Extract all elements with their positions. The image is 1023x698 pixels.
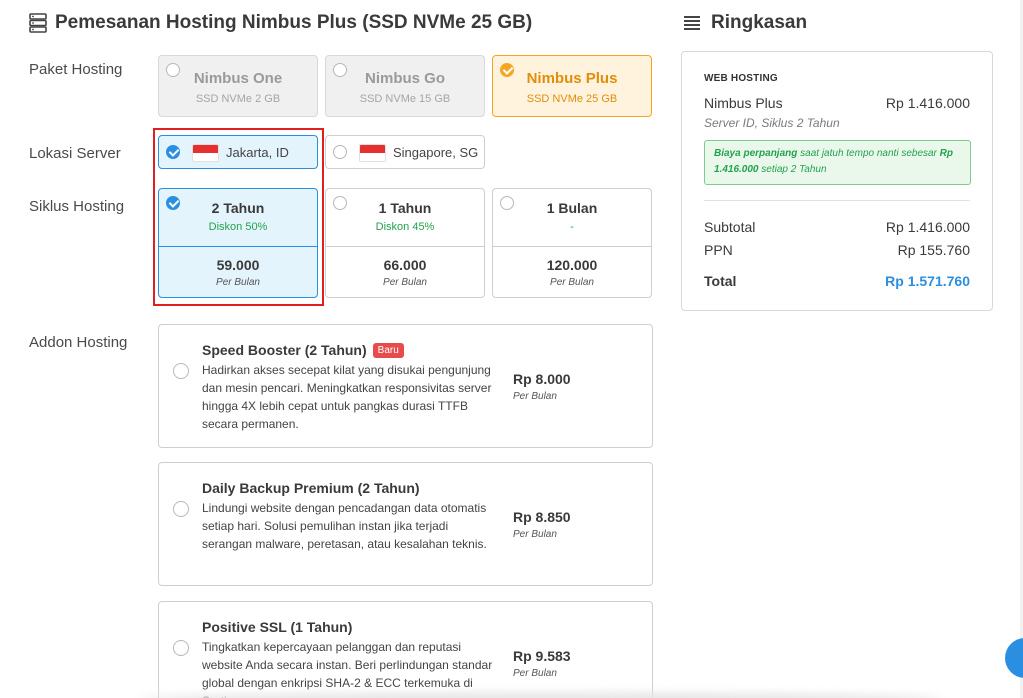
addon-title: Speed Booster (2 Tahun) — [202, 342, 367, 358]
location-option-singapore[interactable]: Singapore, SG — [325, 135, 485, 169]
cycle-price: 66.000 — [383, 257, 427, 273]
page-header: Pemesanan Hosting Nimbus Plus (SSD NVMe … — [29, 12, 532, 34]
addon-description: Lindungi website dengan pencadangan data… — [202, 501, 487, 551]
location-label: Lokasi Server — [29, 145, 121, 162]
addon-price: Rp 8.000 — [513, 371, 571, 387]
summary-category: WEB HOSTING — [704, 73, 778, 84]
ppn-value: Rp 155.760 — [897, 242, 970, 258]
addon-description: Hadirkan akses secepat kilat yang disuka… — [202, 363, 492, 431]
total-row: Total Rp 1.571.760 — [704, 273, 970, 289]
cycle-discount: - — [570, 221, 574, 233]
page-title: Pemesanan Hosting Nimbus Plus (SSD NVMe … — [55, 12, 533, 33]
renewal-note: Biaya perpanjang saat jatuh tempo nanti … — [704, 140, 971, 185]
renewal-label: Biaya perpanjang — [714, 148, 798, 159]
summary-header: Ringkasan — [683, 12, 807, 34]
addon-name: Daily Backup Premium (2 Tahun) — [202, 480, 420, 496]
package-storage: SSD NVMe 25 GB — [526, 93, 618, 105]
addon-name: Positive SSL (1 Tahun) — [202, 619, 352, 635]
subtotal-row: Subtotal Rp 1.416.000 — [704, 219, 970, 235]
chat-button[interactable] — [1005, 638, 1023, 678]
package-storage: SSD NVMe 15 GB — [359, 93, 451, 105]
location-name: Singapore, SG — [393, 145, 479, 160]
summary-product-detail: Server ID, Siklus 2 Tahun — [704, 116, 840, 130]
selection-highlight-box — [153, 128, 324, 306]
addon-price-unit: Per Bulan — [513, 668, 557, 679]
summary-product-name: Nimbus Plus — [704, 95, 783, 111]
summary-title: Ringkasan — [711, 12, 808, 33]
server-icon — [29, 13, 47, 33]
cycle-name: 1 Tahun — [378, 200, 432, 216]
summary-panel: WEB HOSTING Nimbus Plus Rp 1.416.000 Ser… — [681, 51, 993, 311]
package-name: Nimbus Go — [364, 70, 445, 87]
ppn-row: PPN Rp 155.760 — [704, 242, 970, 258]
addon-speed-booster[interactable]: Speed Booster (2 Tahun) Baru Hadirkan ak… — [158, 324, 653, 448]
divider — [326, 246, 484, 247]
addon-price-unit: Per Bulan — [513, 391, 557, 402]
cycle-price: 120.000 — [546, 257, 598, 273]
renewal-period: setiap 2 Tahun — [758, 164, 827, 175]
bottom-fade — [140, 692, 943, 698]
cycle-label: Siklus Hosting — [29, 198, 125, 215]
summary-product-price: Rp 1.416.000 — [885, 95, 970, 111]
addon-price: Rp 9.583 — [513, 648, 571, 664]
addon-daily-backup[interactable]: Daily Backup Premium (2 Tahun) Lindungi … — [158, 462, 653, 586]
total-value: Rp 1.571.760 — [885, 273, 970, 289]
addon-name: Speed Booster (2 Tahun) Baru — [202, 342, 404, 358]
cycle-name: 1 Bulan — [546, 200, 598, 216]
addon-title: Positive SSL (1 Tahun) — [202, 619, 353, 635]
cycle-option-1-bulan[interactable]: 1 Bulan - 120.000 Per Bulan — [492, 188, 652, 298]
addon-positive-ssl[interactable]: Positive SSL (1 Tahun) Tingkatkan keperc… — [158, 601, 653, 698]
package-storage: SSD NVMe 2 GB — [195, 93, 281, 105]
package-option-nimbus-plus[interactable]: Nimbus Plus SSD NVMe 25 GB — [492, 55, 652, 117]
addon-price-unit: Per Bulan — [513, 529, 557, 540]
checkbox[interactable] — [173, 640, 189, 656]
radio-button[interactable] — [333, 145, 347, 159]
singapore-flag-icon — [359, 144, 386, 162]
cycle-option-1-tahun[interactable]: 1 Tahun Diskon 45% 66.000 Per Bulan — [325, 188, 485, 298]
checkbox[interactable] — [173, 363, 189, 379]
divider — [493, 246, 651, 247]
addon-description: Tingkatkan kepercayaan pelanggan dan rep… — [202, 640, 493, 698]
package-name: Nimbus One — [193, 70, 283, 87]
package-label: Paket Hosting — [29, 61, 123, 78]
addon-price: Rp 8.850 — [513, 509, 571, 525]
new-badge: Baru — [372, 342, 404, 358]
addon-title: Daily Backup Premium (2 Tahun) — [202, 480, 420, 496]
ppn-label: PPN — [704, 242, 733, 258]
cycle-discount: Diskon 45% — [375, 221, 435, 233]
package-option-nimbus-go[interactable]: Nimbus Go SSD NVMe 15 GB — [325, 55, 485, 117]
addon-label: Addon Hosting — [29, 334, 128, 351]
subtotal-value: Rp 1.416.000 — [885, 219, 970, 235]
cycle-price-unit: Per Bulan — [383, 277, 427, 288]
divider — [704, 200, 970, 201]
package-name: Nimbus Plus — [526, 70, 618, 87]
renewal-text: saat jatuh tempo nanti sebesar — [797, 148, 940, 159]
list-icon — [684, 16, 700, 30]
subtotal-label: Subtotal — [704, 219, 756, 235]
package-option-nimbus-one[interactable]: Nimbus One SSD NVMe 2 GB — [158, 55, 318, 117]
checkbox[interactable] — [173, 501, 189, 517]
cycle-price-unit: Per Bulan — [550, 277, 594, 288]
total-label: Total — [704, 273, 737, 289]
